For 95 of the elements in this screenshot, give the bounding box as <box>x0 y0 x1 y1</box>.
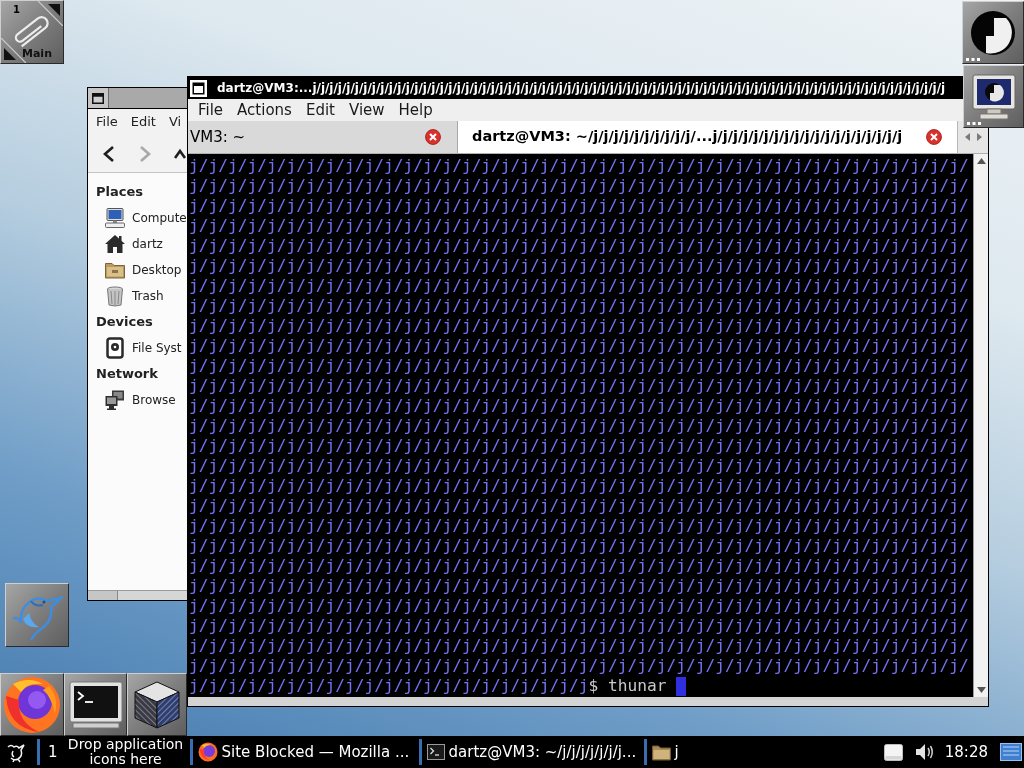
scrollbar[interactable] <box>88 590 187 600</box>
terminal-line: j/j/j/j/j/j/j/j/j/j/j/j/j/j/j/j/j/j/j/j/j/j/j/j/j/j/j/j/j/j/j/j/j/j/j/j/j/j/j/j/ <box>189 236 969 256</box>
terminal-line: j/j/j/j/j/j/j/j/j/j/j/j/j/j/j/j/j/j/j/j/j/j/j/j/j/j/j/j/j/j/j/j/j/j/j/j/j/j/j/j/ <box>189 656 969 676</box>
terminal-line: j/j/j/j/j/j/j/j/j/j/j/j/j/j/j/j/j/j/j/j/j/j/j/j/j/j/j/j/j/j/j/j/j/j/j/j/j/j/j/j/ <box>189 156 969 176</box>
taskbar-window-button[interactable]: Site Blocked — Mozilla ... <box>192 738 419 766</box>
close-icon[interactable] <box>926 129 942 145</box>
sidebar-item[interactable]: Trash <box>88 283 187 309</box>
section-heading: Devices <box>96 313 153 332</box>
terminal-line: j/j/j/j/j/j/j/j/j/j/j/j/j/j/j/j/j/j/j/j/j/j/j/j/j/j/j/j/j/j/j/j/j/j/j/j/j/j/j/j/ <box>189 296 969 316</box>
terminal-icon <box>68 680 123 729</box>
menu-item[interactable]: Help <box>398 98 433 122</box>
left-arrow-icon[interactable] <box>964 133 970 141</box>
dock-tile[interactable] <box>0 673 64 736</box>
dock-tile[interactable] <box>127 673 187 736</box>
terminal-line: j/j/j/j/j/j/j/j/j/j/j/j/j/j/j/j/j/j/j/j/j/j/j/j/j/j/j/j/j/j/j/j/j/j/j/j/j/j/j/j/ <box>189 496 969 516</box>
terminal-line: j/j/j/j/j/j/j/j/j/j/j/j/j/j/j/j/j/j/j/j/j/j/j/j/j/j/j/j/j/j/j/j/j/j/j/j/j/j/j/j/ <box>189 276 969 296</box>
menu-item[interactable]: Actions <box>237 98 292 122</box>
taskbar-window-button[interactable]: dartz@VM3: ~/j/j/j/j/j/j/j... <box>421 738 644 766</box>
workspace-switcher[interactable]: 1 <box>48 740 58 764</box>
down-arrow-icon[interactable] <box>976 687 986 693</box>
terminal-line: j/j/j/j/j/j/j/j/j/j/j/j/j/j/j/j/j/j/j/j/j/j/j/j/j/j/j/j/j/j/j/j/j/j/j/j/j/j/j/j/ <box>189 476 969 496</box>
terminal-line: j/j/j/j/j/j/j/j/j/j/j/j/j/j/j/j/j/j/j/j/j/j/j/j/j/j/j/j/j/j/j/j/j/j/j/j/j/j/j/j/ <box>189 316 969 336</box>
network-icon <box>104 389 126 411</box>
cube-icon <box>133 679 181 730</box>
terminal-line: j/j/j/j/j/j/j/j/j/j/j/j/j/j/j/j/j/j/j/j/j/j/j/j/j/j/j/j/j/j/j/j/j/j/j/j/j/j/j/j/ <box>189 636 969 656</box>
terminal-line: j/j/j/j/j/j/j/j/j/j/j/j/j/j/j/j/j/j/j/j/j/j/j/j/j/j/j/j/j/j/j/j/j/j/j/j/j/j/j/j/ <box>189 256 969 276</box>
terminal-line: j/j/j/j/j/j/j/j/j/j/j/j/j/j/j/j/j/j/j/j/j/j/j/j/j/j/j/j/j/j/j/j/j/j/j/j/j/j/j/j/ <box>189 436 969 456</box>
speaker-icon[interactable] <box>914 742 935 762</box>
window-icon <box>92 92 104 104</box>
sidebar-item[interactable]: Browse <box>88 387 187 413</box>
terminal-line: j/j/j/j/j/j/j/j/j/j/j/j/j/j/j/j/j/j/j/j/j/j/j/j/j/j/j/j/j/j/j/j/j/j/j/j/j/j/j/j/ <box>189 356 969 376</box>
sidebar-item[interactable]: dartz <box>88 231 187 257</box>
sidebar-item[interactable]: Desktop <box>88 257 187 283</box>
dock-tile[interactable] <box>5 583 69 647</box>
terminal-icon <box>426 743 445 761</box>
workspace-number: 1 <box>13 3 20 17</box>
terminal-line: j/j/j/j/j/j/j/j/j/j/j/j/j/j/j/j/j/j/j/j/j/j/j/j/j/j/j/j/j/j/j/j/j/j/j/j/j/j/j/j/ <box>189 376 969 396</box>
dock-tile[interactable] <box>64 673 127 736</box>
menu-item[interactable]: Edit <box>130 112 156 132</box>
terminal-line: j/j/j/j/j/j/j/j/j/j/j/j/j/j/j/j/j/j/j/j/j/j/j/j/j/j/j/j/j/j/j/j/j/j/j/j/j/j/j/j/ <box>189 176 969 196</box>
terminal-line: j/j/j/j/j/j/j/j/j/j/j/j/j/j/j/j/j/j/j/j/j <box>189 676 589 696</box>
terminal-line: j/j/j/j/j/j/j/j/j/j/j/j/j/j/j/j/j/j/j/j/j/j/j/j/j/j/j/j/j/j/j/j/j/j/j/j/j/j/j/j/ <box>189 196 969 216</box>
terminal-line: j/j/j/j/j/j/j/j/j/j/j/j/j/j/j/j/j/j/j/j/j/j/j/j/j/j/j/j/j/j/j/j/j/j/j/j/j/j/j/j/ <box>189 336 969 356</box>
dots-icon <box>967 122 981 125</box>
block-cursor-icon <box>676 676 687 696</box>
terminal-line: j/j/j/j/j/j/j/j/j/j/j/j/j/j/j/j/j/j/j/j/j/j/j/j/j/j/j/j/j/j/j/j/j/j/j/j/j/j/j/j/ <box>189 416 969 436</box>
tab[interactable]: VM3: ~ <box>188 121 458 153</box>
menu-item[interactable]: View <box>348 98 385 122</box>
terminal-line: j/j/j/j/j/j/j/j/j/j/j/j/j/j/j/j/j/j/j/j/j/j/j/j/j/j/j/j/j/j/j/j/j/j/j/j/j/j/j/j/ <box>189 556 969 576</box>
workspace-name: Main <box>22 46 52 62</box>
dock-tile[interactable] <box>962 1 1024 64</box>
workspace-tile[interactable]: 1 Main <box>0 0 64 64</box>
window-title: dartz@VM3:...j/j/j/j/j/j/j/j/j/j/j/j/j/j/j/j/j/j/j/j/j/j/j/j/j/j/j/j/j/j/j/j/j/j/j/j/j/j/j/j/j/j/j/j/j/j/j/j/j/j/j/j/j/j/j/j/j/j/j/j/j/j/j/j/j/j/j/j/j/j/j/j/j/j/j <box>217 80 946 97</box>
terminal-line: j/j/j/j/j/j/j/j/j/j/j/j/j/j/j/j/j/j/j/j/j/j/j/j/j/j/j/j/j/j/j/j/j/j/j/j/j/j/j/j/ <box>189 536 969 556</box>
clock[interactable]: 18:28 <box>944 740 988 764</box>
disc-icon <box>970 9 1016 56</box>
window-menu-button[interactable] <box>88 88 109 108</box>
tab[interactable]: dartz@VM3: ~/j/j/j/j/j/j/j/j/j/j/...j/j/j/j/j/j/j/j/j/j/j/j/j/j/j/j/j/j/j <box>458 121 957 153</box>
fox-globe-icon <box>197 742 218 762</box>
drive-icon <box>104 337 126 359</box>
monitor-icon <box>971 73 1016 120</box>
house-icon <box>104 233 126 255</box>
terminal-line: j/j/j/j/j/j/j/j/j/j/j/j/j/j/j/j/j/j/j/j/j/j/j/j/j/j/j/j/j/j/j/j/j/j/j/j/j/j/j/j/ <box>189 576 969 596</box>
menu-item[interactable]: File <box>96 112 118 132</box>
scrollbar[interactable] <box>973 154 988 697</box>
up-arrow-icon[interactable] <box>976 158 986 164</box>
computer-icon <box>104 207 126 229</box>
fox-globe-icon <box>3 675 61 734</box>
menu-item[interactable]: Vi <box>168 112 182 132</box>
terminal-line: j/j/j/j/j/j/j/j/j/j/j/j/j/j/j/j/j/j/j/j/j/j/j/j/j/j/j/j/j/j/j/j/j/j/j/j/j/j/j/j/ <box>189 456 969 476</box>
taskbar-window-button[interactable]: j <box>646 738 767 766</box>
blank-card-icon[interactable] <box>883 743 903 761</box>
window-icon[interactable] <box>190 79 207 97</box>
terminal-line: j/j/j/j/j/j/j/j/j/j/j/j/j/j/j/j/j/j/j/j/j/j/j/j/j/j/j/j/j/j/j/j/j/j/j/j/j/j/j/j/ <box>189 216 969 236</box>
terminal-line: j/j/j/j/j/j/j/j/j/j/j/j/j/j/j/j/j/j/j/j/j/j/j/j/j/j/j/j/j/j/j/j/j/j/j/j/j/j/j/j/ <box>189 516 969 536</box>
folder-icon <box>651 743 671 761</box>
terminal-line: j/j/j/j/j/j/j/j/j/j/j/j/j/j/j/j/j/j/j/j/j/j/j/j/j/j/j/j/j/j/j/j/j/j/j/j/j/j/j/j/ <box>189 396 969 416</box>
menu-item[interactable]: File <box>198 98 224 122</box>
section-heading: Places <box>96 183 144 202</box>
section-heading: Network <box>96 365 158 384</box>
trash-bin-icon <box>104 285 126 307</box>
right-arrow-icon[interactable] <box>976 133 982 141</box>
command-text: $ thunar <box>588 676 667 696</box>
terminal-line: j/j/j/j/j/j/j/j/j/j/j/j/j/j/j/j/j/j/j/j/j/j/j/j/j/j/j/j/j/j/j/j/j/j/j/j/j/j/j/j/ <box>189 616 969 636</box>
corner-triangle-icon[interactable] <box>38 1 63 26</box>
sidebar-item[interactable]: Compute <box>88 205 187 231</box>
dots-icon <box>966 58 980 61</box>
close-icon[interactable] <box>425 129 441 145</box>
sidebar-item[interactable]: File Syst <box>88 335 187 361</box>
launcher-hint: Drop application icons here <box>66 737 185 767</box>
menu-item[interactable]: Edit <box>305 98 335 122</box>
dock-tile[interactable] <box>963 65 1024 128</box>
chevron-left-icon[interactable] <box>102 143 116 164</box>
terminal-line: j/j/j/j/j/j/j/j/j/j/j/j/j/j/j/j/j/j/j/j/j/j/j/j/j/j/j/j/j/j/j/j/j/j/j/j/j/j/j/j/ <box>189 596 969 616</box>
bird-icon[interactable] <box>5 741 27 763</box>
